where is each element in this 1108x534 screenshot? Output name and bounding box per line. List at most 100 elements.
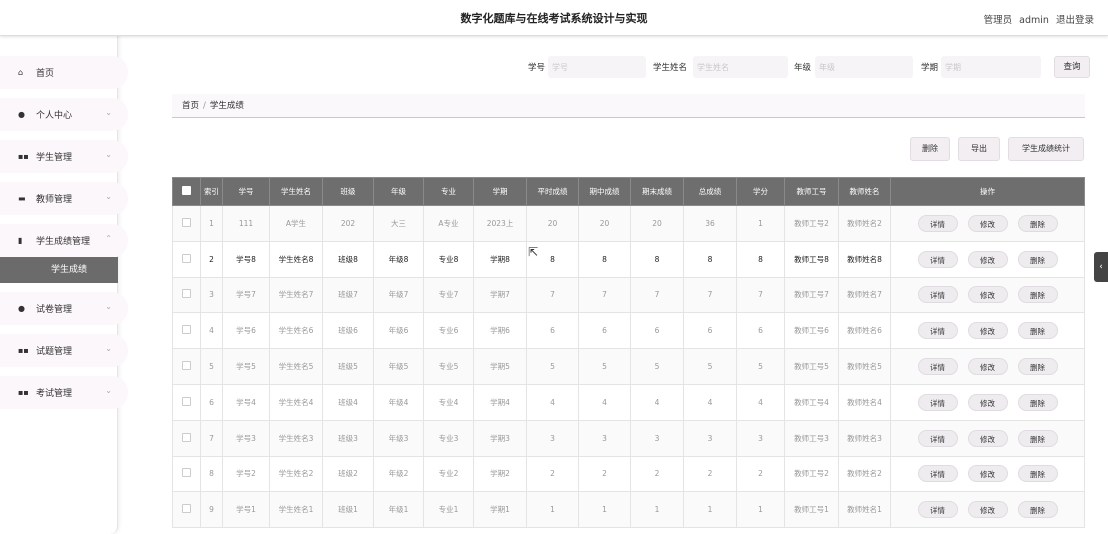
delete-button[interactable]: 删除 — [1017, 358, 1058, 376]
column-header: 学分 — [736, 177, 785, 206]
table-cell: 教师工号5 — [784, 348, 839, 385]
edit-button[interactable]: 修改 — [967, 322, 1008, 340]
detail-button[interactable]: 详情 — [917, 322, 958, 340]
detail-button[interactable]: 详情 — [917, 465, 958, 483]
sidebar-item-label: 学生管理 — [36, 153, 73, 163]
select-all-header[interactable] — [172, 177, 201, 206]
edit-button[interactable]: 修改 — [967, 465, 1008, 483]
sidebar-item-label: 考试管理 — [36, 389, 73, 399]
sidebar-item-students[interactable]: ▪▪ 学生管理 ⌄ — [0, 140, 128, 173]
row-checkbox[interactable] — [182, 468, 191, 478]
table-cell: 教师姓名4 — [838, 383, 891, 421]
edit-button[interactable]: 修改 — [967, 429, 1008, 447]
table-row: 7 学号3 学生姓名3 班级3 年级3 专业3 学期3 3 3 3 3 3 教师工号3 教师姓名3 详情 修改… — [172, 419, 1085, 457]
bulk-delete-button[interactable]: 删除 — [910, 137, 950, 161]
table-cell: 2 — [630, 455, 684, 493]
row-checkbox[interactable] — [182, 217, 191, 227]
row-checkbox[interactable] — [182, 361, 191, 371]
edit-button[interactable]: 修改 — [967, 393, 1008, 411]
sidebar-subitem-student-scores[interactable]: 学生成绩 — [0, 257, 118, 283]
table-cell: 教师工号2 — [784, 455, 839, 493]
sidebar-item-label: 首页 — [36, 69, 55, 79]
detail-button[interactable]: 详情 — [917, 393, 958, 411]
row-actions: 详情 修改 删除 — [890, 205, 1085, 242]
delete-button[interactable]: 删除 — [1017, 429, 1058, 447]
breadcrumb-separator: / — [203, 101, 206, 111]
sidebar: ⌂ 首页 ● 个人中心 ⌄ ▪▪ 学生管理 ⌄ ▬ 教师管理 ⌄ ▮ 学生成绩管… — [0, 0, 128, 534]
term-input[interactable] — [941, 56, 1041, 78]
logout-link[interactable]: 退出登录 — [1056, 15, 1094, 26]
chevron-down-icon: ⌄ — [105, 150, 112, 159]
sidebar-item-scores[interactable]: ▮ 学生成绩管理 ⌃ — [0, 224, 128, 257]
table-cell: 3 — [578, 419, 631, 457]
query-button[interactable]: 查询 — [1054, 56, 1090, 78]
detail-button[interactable]: 详情 — [917, 501, 958, 519]
row-actions: 详情 修改 删除 — [890, 419, 1085, 457]
table-cell: 5 — [200, 348, 223, 385]
sidebar-item-questions[interactable]: ▪▪ 试题管理 ⌄ — [0, 334, 128, 367]
table-header-row: 索引 学号 学生姓名 班级 年级 专业 学期 平时成绩 期中成绩 期末成绩 总成… — [172, 177, 1085, 206]
top-header: 数字化题库与在线考试系统设计与实现 管理员 admin 退出登录 — [0, 0, 1108, 36]
clipboard-icon: ▮ — [18, 236, 23, 245]
table-cell: 班级4 — [322, 383, 374, 421]
delete-button[interactable]: 删除 — [1017, 250, 1058, 268]
table-cell: 8 — [200, 455, 223, 493]
table-cell: 1 — [526, 491, 579, 529]
edit-button[interactable]: 修改 — [967, 358, 1008, 376]
select-all-checkbox[interactable] — [182, 186, 191, 195]
row-checkbox[interactable] — [182, 289, 191, 299]
sidebar-item-exams[interactable]: ▪▪ 考试管理 ⌄ — [0, 376, 128, 409]
detail-button[interactable]: 详情 — [917, 214, 958, 232]
edit-button[interactable]: 修改 — [967, 214, 1008, 232]
table-cell: 学号4 — [222, 383, 270, 421]
table-cell: 1 — [736, 491, 785, 529]
table-row: 1 111 A学生 202 大三 A专业 2023上 20 20 20 36 1 教师工号2 教师姓名2 详… — [172, 205, 1085, 242]
student-no-input[interactable] — [548, 56, 646, 78]
edit-button[interactable]: 修改 — [967, 501, 1008, 519]
table-cell: 教师姓名7 — [838, 276, 891, 314]
delete-button[interactable]: 删除 — [1017, 286, 1058, 304]
table-cell: 学生姓名7 — [269, 276, 323, 314]
delete-button[interactable]: 删除 — [1017, 501, 1058, 519]
breadcrumb-home[interactable]: 首页 — [182, 101, 199, 111]
sidebar-item-papers[interactable]: ● 试卷管理 ⌄ — [0, 292, 128, 325]
delete-button[interactable]: 删除 — [1017, 393, 1058, 411]
score-stats-button[interactable]: 学生成绩统计 — [1008, 137, 1084, 161]
table-cell: 4 — [200, 312, 223, 350]
detail-button[interactable]: 详情 — [917, 250, 958, 268]
sidebar-item-home[interactable]: ⌂ 首页 — [0, 56, 128, 89]
delete-button[interactable]: 删除 — [1017, 465, 1058, 483]
sidebar-item-profile[interactable]: ● 个人中心 ⌄ — [0, 98, 128, 131]
table-cell: 学号5 — [222, 348, 270, 385]
row-checkbox[interactable] — [182, 504, 191, 514]
chevron-down-icon: ⌄ — [105, 192, 112, 201]
table-cell: 学号1 — [222, 491, 270, 529]
edit-button[interactable]: 修改 — [967, 250, 1008, 268]
delete-button[interactable]: 删除 — [1017, 322, 1058, 340]
table-cell: 6 — [578, 312, 631, 350]
table-cell: 5 — [526, 348, 579, 385]
detail-button[interactable]: 详情 — [917, 429, 958, 447]
row-checkbox[interactable] — [182, 325, 191, 335]
row-checkbox[interactable] — [182, 396, 191, 406]
detail-button[interactable]: 详情 — [917, 358, 958, 376]
delete-button[interactable]: 删除 — [1017, 214, 1058, 232]
table-row: 9 学号1 学生姓名1 班级1 年级1 专业1 学期1 1 1 1 1 1 教师工号1 教师姓名1 详情 修改… — [172, 491, 1085, 529]
export-button[interactable]: 导出 — [958, 137, 1000, 161]
student-name-input[interactable] — [693, 56, 788, 78]
edit-button[interactable]: 修改 — [967, 286, 1008, 304]
chevron-up-icon: ⌃ — [105, 234, 112, 243]
sidebar-item-label: 试卷管理 — [36, 305, 73, 315]
sidebar-item-teachers[interactable]: ▬ 教师管理 ⌄ — [0, 182, 128, 215]
table-cell: 4 — [630, 383, 684, 421]
table-cell: 2 — [526, 455, 579, 493]
table-cell: 班级1 — [322, 491, 374, 529]
grade-input[interactable] — [815, 56, 913, 78]
row-checkbox[interactable] — [182, 253, 191, 263]
table-cell: 学期5 — [473, 348, 527, 385]
detail-button[interactable]: 详情 — [917, 286, 958, 304]
table-cell: 2023上 — [473, 205, 527, 242]
collapse-panel-tab[interactable]: ‹ — [1094, 252, 1108, 282]
table-cell: 教师工号8 — [784, 240, 839, 278]
row-checkbox[interactable] — [182, 432, 191, 442]
